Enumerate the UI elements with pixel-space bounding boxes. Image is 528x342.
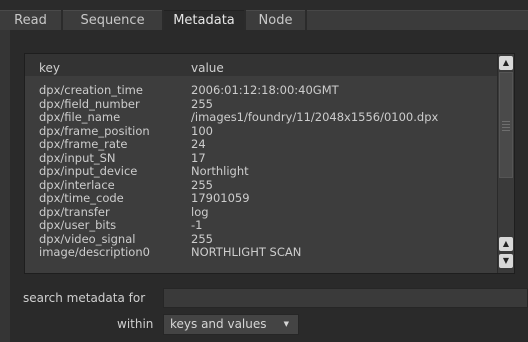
- vertical-scrollbar[interactable]: ▲ ▲ ▼: [497, 54, 514, 273]
- table-row[interactable]: dpx/creation_time 2006:01:12:18:00:40GMT: [25, 84, 497, 98]
- grip-icon: [502, 119, 510, 131]
- table-row[interactable]: dpx/interlace 255: [25, 177, 497, 193]
- table-row[interactable]: dpx/input_SN 17: [25, 150, 497, 166]
- row-value: 100: [191, 123, 213, 138]
- row-value: 255: [191, 231, 213, 246]
- row-value: 255: [191, 177, 213, 192]
- tab-metadata[interactable]: Metadata: [164, 10, 244, 30]
- row-key: dpx/input_device: [39, 164, 138, 178]
- row-key: image/description0: [39, 245, 150, 259]
- row-value: log: [191, 204, 209, 219]
- table-row[interactable]: dpx/video_signal 255: [25, 231, 497, 247]
- arrow-up-icon[interactable]: ▲: [499, 237, 513, 251]
- table-row[interactable]: dpx/time_code 17901059: [25, 192, 497, 206]
- tab-sequence[interactable]: Sequence: [63, 10, 162, 30]
- table-rows: dpx/creation_time 2006:01:12:18:00:40GMT …: [25, 84, 497, 260]
- search-input[interactable]: [163, 288, 528, 308]
- row-key: dpx/transfer: [39, 204, 110, 219]
- table-row[interactable]: image/description0 NORTHLIGHT SCAN: [25, 246, 497, 260]
- row-key: dpx/user_bits: [39, 218, 117, 232]
- row-value: 17901059: [191, 191, 250, 205]
- row-key: dpx/input_SN: [39, 150, 116, 165]
- row-value: 2006:01:12:18:00:40GMT: [191, 83, 339, 97]
- tab-read[interactable]: Read: [0, 10, 61, 30]
- row-key: dpx/frame_rate: [39, 137, 128, 151]
- scrollbar-thumb[interactable]: [499, 72, 513, 178]
- table-row[interactable]: dpx/frame_position 100: [25, 123, 497, 139]
- within-label: within: [117, 317, 154, 331]
- within-selected-value: keys and values: [170, 317, 267, 331]
- row-value: NORTHLIGHT SCAN: [191, 245, 302, 259]
- row-key: dpx/time_code: [39, 191, 124, 205]
- row-value: 17: [191, 150, 206, 165]
- arrow-down-icon[interactable]: ▼: [499, 254, 513, 268]
- table-row[interactable]: dpx/field_number 255: [25, 96, 497, 112]
- metadata-table: key value dpx/creation_time 2006:01:12:18…: [24, 53, 515, 274]
- chevron-down-icon: ▼: [283, 320, 289, 328]
- row-value: -1: [191, 218, 203, 232]
- row-value: 24: [191, 137, 206, 151]
- column-header-key[interactable]: key: [39, 54, 60, 82]
- table-row[interactable]: dpx/file_name/images1/foundry/11/2048x15…: [25, 111, 497, 125]
- column-header-value[interactable]: value: [191, 54, 224, 82]
- table-row[interactable]: dpx/frame_rate 24: [25, 138, 497, 152]
- tab-bar: Read Sequence Metadata Node: [0, 0, 528, 31]
- row-key: dpx/creation_time: [39, 83, 143, 97]
- row-key: dpx/frame_position: [39, 123, 150, 138]
- table-row[interactable]: dpx/input_device Northlight: [25, 165, 497, 179]
- arrow-up-icon[interactable]: ▲: [499, 56, 513, 70]
- row-key: dpx/video_signal: [39, 231, 136, 246]
- table-row[interactable]: dpx/user_bits -1: [25, 219, 497, 233]
- row-value: /images1/foundry/11/2048x1556/0100.dpx: [191, 110, 439, 124]
- within-select[interactable]: keys and values ▼: [163, 314, 299, 335]
- row-key: dpx/file_name: [39, 110, 121, 124]
- table-row[interactable]: dpx/transfer log: [25, 204, 497, 220]
- row-value: Northlight: [191, 164, 249, 178]
- row-key: dpx/field_number: [39, 96, 140, 111]
- tab-node[interactable]: Node: [246, 10, 305, 30]
- row-value: 255: [191, 96, 213, 111]
- row-key: dpx/interlace: [39, 177, 115, 192]
- tab-bar-fill: [307, 10, 528, 31]
- table-header: key value: [25, 54, 497, 76]
- search-label: search metadata for: [23, 291, 146, 305]
